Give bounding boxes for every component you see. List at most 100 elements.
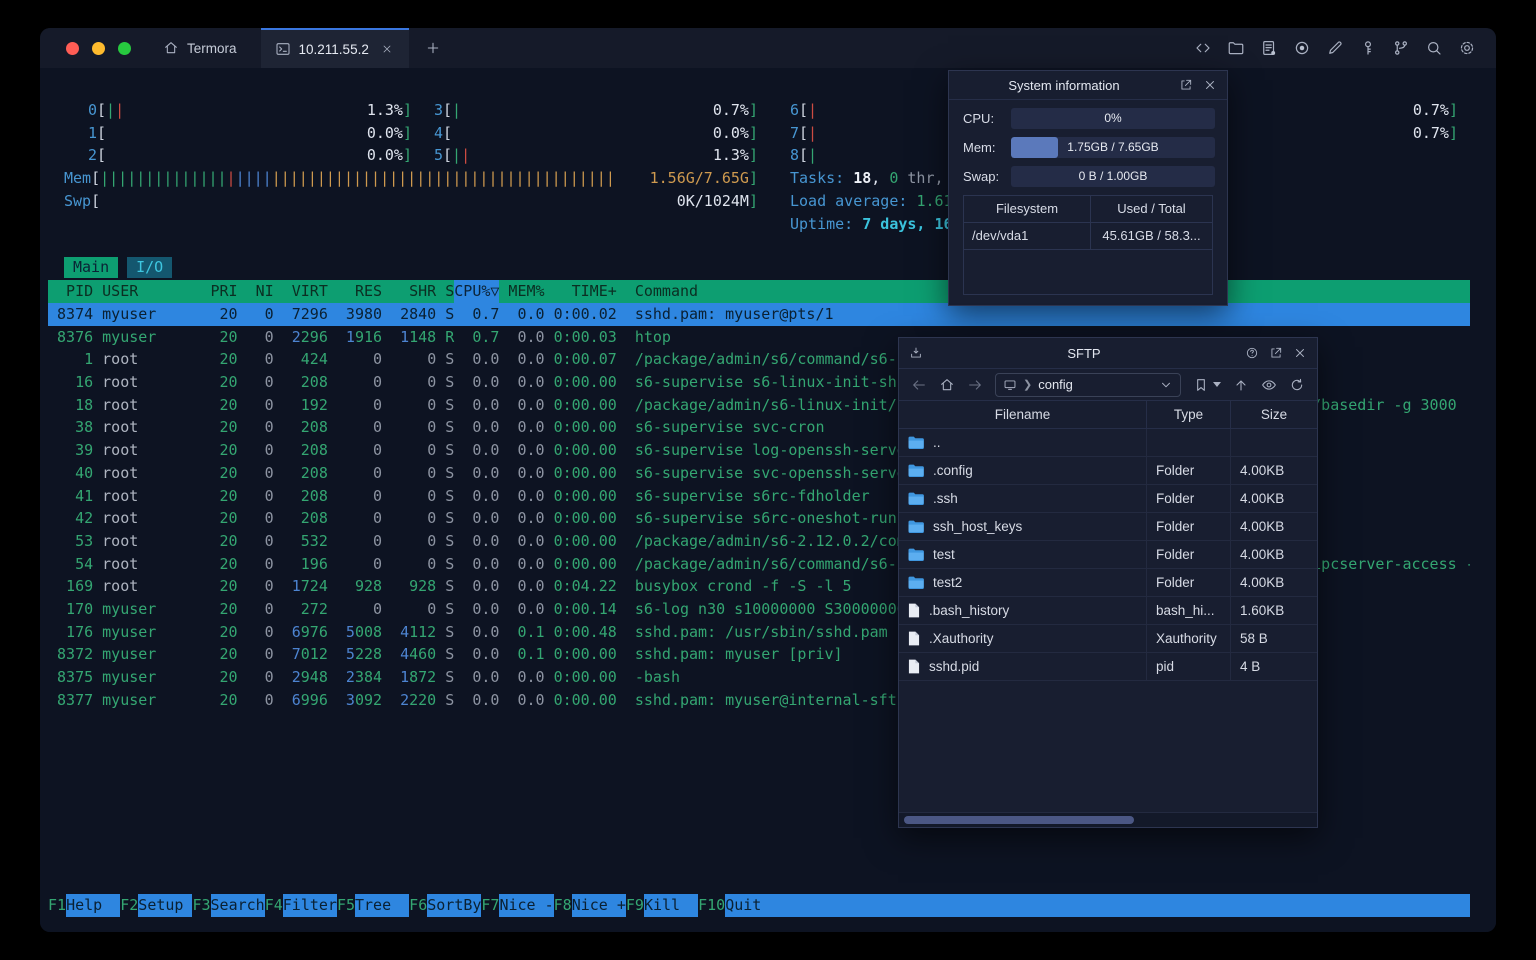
file-row--xauthority[interactable]: .Xauthority Xauthority 58 B <box>899 625 1317 653</box>
file-row-test[interactable]: test Folder 4.00KB <box>899 541 1317 569</box>
show-hidden-icon[interactable] <box>1261 377 1277 393</box>
horizontal-scrollbar-thumb[interactable] <box>904 816 1134 824</box>
fkey-f9[interactable]: F9 <box>626 894 644 917</box>
file-row-ssh-host-keys[interactable]: ssh_host_keys Folder 4.00KB <box>899 513 1317 541</box>
file-size: 4 B <box>1240 659 1261 674</box>
cpu-meter-1: 1[0.0%] <box>88 123 412 142</box>
column-header-virt[interactable]: VIRT <box>274 280 328 303</box>
file-size: 1.60KB <box>1240 603 1285 618</box>
fkey-label-nice[interactable]: Nice + <box>571 894 626 917</box>
fkey-f10[interactable]: F10 <box>698 894 725 917</box>
file-manager-button[interactable] <box>1223 35 1249 61</box>
tab-session-active[interactable]: 10.211.55.2 <box>260 28 409 68</box>
fkey-label-kill[interactable]: Kill <box>643 894 699 917</box>
htop-tab-main[interactable]: Main <box>64 257 119 278</box>
type-column-header[interactable]: Type <box>1147 401 1231 428</box>
fkey-label-tree[interactable]: Tree <box>355 894 410 917</box>
fkey-label-nice[interactable]: Nice - <box>499 894 554 917</box>
column-header-ni[interactable]: NI <box>238 280 274 303</box>
refresh-icon[interactable] <box>1289 377 1305 393</box>
fkey-f8[interactable]: F8 <box>554 894 572 917</box>
record-icon <box>1295 41 1309 55</box>
column-header-res[interactable]: RES <box>328 280 382 303</box>
back-icon[interactable] <box>911 377 927 393</box>
settings-button[interactable] <box>1454 35 1480 61</box>
column-header-time[interactable]: TIME+ <box>545 280 617 303</box>
fkey-f2[interactable]: F2 <box>120 894 138 917</box>
cpu-meter-2: 2[0.0%] <box>88 146 412 165</box>
fkey-label-search[interactable]: Search <box>210 894 265 917</box>
folder-icon <box>908 492 924 505</box>
code-snippets-button[interactable] <box>1190 35 1216 61</box>
help-icon[interactable] <box>1245 346 1259 360</box>
system-information-header: System information <box>949 71 1227 100</box>
fkey-label-filter[interactable]: Filter <box>282 894 337 917</box>
record-button[interactable] <box>1289 35 1315 61</box>
port-forwarding-button[interactable] <box>1388 35 1414 61</box>
size-column-header[interactable]: Size <box>1231 401 1317 428</box>
file-row--[interactable]: .. <box>899 429 1317 457</box>
screen: Termora 10.211.55.2 0 [| | 1.3%] 1 [0… <box>0 0 1536 960</box>
tab-home[interactable]: Termora <box>151 28 261 68</box>
fkey-f5[interactable]: F5 <box>337 894 355 917</box>
column-header-shr[interactable]: SHR <box>382 280 436 303</box>
close-window-button[interactable] <box>66 41 79 55</box>
edit-button[interactable] <box>1322 35 1348 61</box>
file-row-sshd-pid[interactable]: sshd.pid pid 4 B <box>899 653 1317 681</box>
filesystem-row[interactable]: /dev/vda1 45.61GB / 58.3... <box>964 223 1212 250</box>
file-row--bash-history[interactable]: .bash_history bash_hi... 1.60KB <box>899 597 1317 625</box>
open-in-window-icon[interactable] <box>1269 346 1283 360</box>
file-icon <box>908 631 920 646</box>
search-button[interactable] <box>1421 35 1447 61</box>
column-header-cpu[interactable]: CPU%▽ <box>454 280 499 303</box>
file-type <box>1147 429 1231 456</box>
close-icon[interactable] <box>1203 78 1217 92</box>
bookmark-dropdown-caret[interactable] <box>1213 382 1221 387</box>
new-tab-button[interactable] <box>425 28 441 68</box>
fkey-label-sortby[interactable]: SortBy <box>427 894 482 917</box>
process-table-header[interactable]: PID USER PRI NI VIRT RES SHR S CPU%▽ MEM% TIME+ Com… <box>48 280 1470 303</box>
horizontal-scrollbar-track[interactable] <box>899 812 1317 827</box>
column-header-s[interactable]: S <box>436 280 454 303</box>
upload-icon[interactable] <box>1233 377 1249 393</box>
file-table-header[interactable]: Filename Type Size <box>899 401 1317 429</box>
home-icon[interactable] <box>939 377 955 393</box>
session-tab-label: 10.211.55.2 <box>298 41 369 57</box>
file-row--ssh[interactable]: .ssh Folder 4.00KB <box>899 485 1317 513</box>
forward-icon[interactable] <box>967 377 983 393</box>
file-row--config[interactable]: .config Folder 4.00KB <box>899 457 1317 485</box>
path-breadcrumb-field[interactable]: ❯ config <box>995 372 1181 397</box>
fkey-label-quit[interactable]: Quit <box>725 894 1470 917</box>
file-size: 4.00KB <box>1240 575 1285 590</box>
bookmark-icon <box>1197 378 1205 391</box>
computer-icon <box>1004 379 1016 390</box>
open-in-window-icon[interactable] <box>1179 78 1193 92</box>
mem-meter: Mem[|||||||||||||| | |||| |||||||||||||||||… <box>64 169 758 187</box>
notes-icon <box>1263 41 1276 55</box>
zoom-window-button[interactable] <box>118 41 131 55</box>
column-header-pid[interactable]: PID <box>48 280 93 303</box>
filename-column-header[interactable]: Filename <box>899 401 1147 428</box>
fkey-f1[interactable]: F1 <box>48 894 66 917</box>
close-icon[interactable] <box>1293 346 1307 360</box>
bookmark-button[interactable] <box>1193 377 1221 393</box>
fkey-label-help[interactable]: Help <box>66 894 121 917</box>
process-row-8374[interactable]: 8374 myuser 20 0 7296 3980 2840 S 0.7 0.0 0:00.02 s… <box>48 303 1470 326</box>
fkey-f6[interactable]: F6 <box>409 894 427 917</box>
fkey-f4[interactable]: F4 <box>265 894 283 917</box>
log-viewer-button[interactable] <box>1256 35 1282 61</box>
htop-tab-io[interactable]: I/O <box>127 257 173 278</box>
download-icon[interactable] <box>909 346 923 360</box>
chevron-down-icon[interactable] <box>1159 378 1173 392</box>
keys-button[interactable] <box>1355 35 1381 61</box>
file-row-test2[interactable]: test2 Folder 4.00KB <box>899 569 1317 597</box>
fkey-f7[interactable]: F7 <box>481 894 499 917</box>
folder-icon <box>1228 42 1244 55</box>
fkey-f3[interactable]: F3 <box>192 894 210 917</box>
fkey-label-setup[interactable]: Setup <box>138 894 193 917</box>
minimize-window-button[interactable] <box>92 41 105 55</box>
close-tab-icon[interactable] <box>381 43 393 55</box>
column-header-pri[interactable]: PRI <box>192 280 238 303</box>
column-header-user[interactable]: USER <box>102 280 192 303</box>
column-header-mem[interactable]: MEM% <box>499 280 544 303</box>
